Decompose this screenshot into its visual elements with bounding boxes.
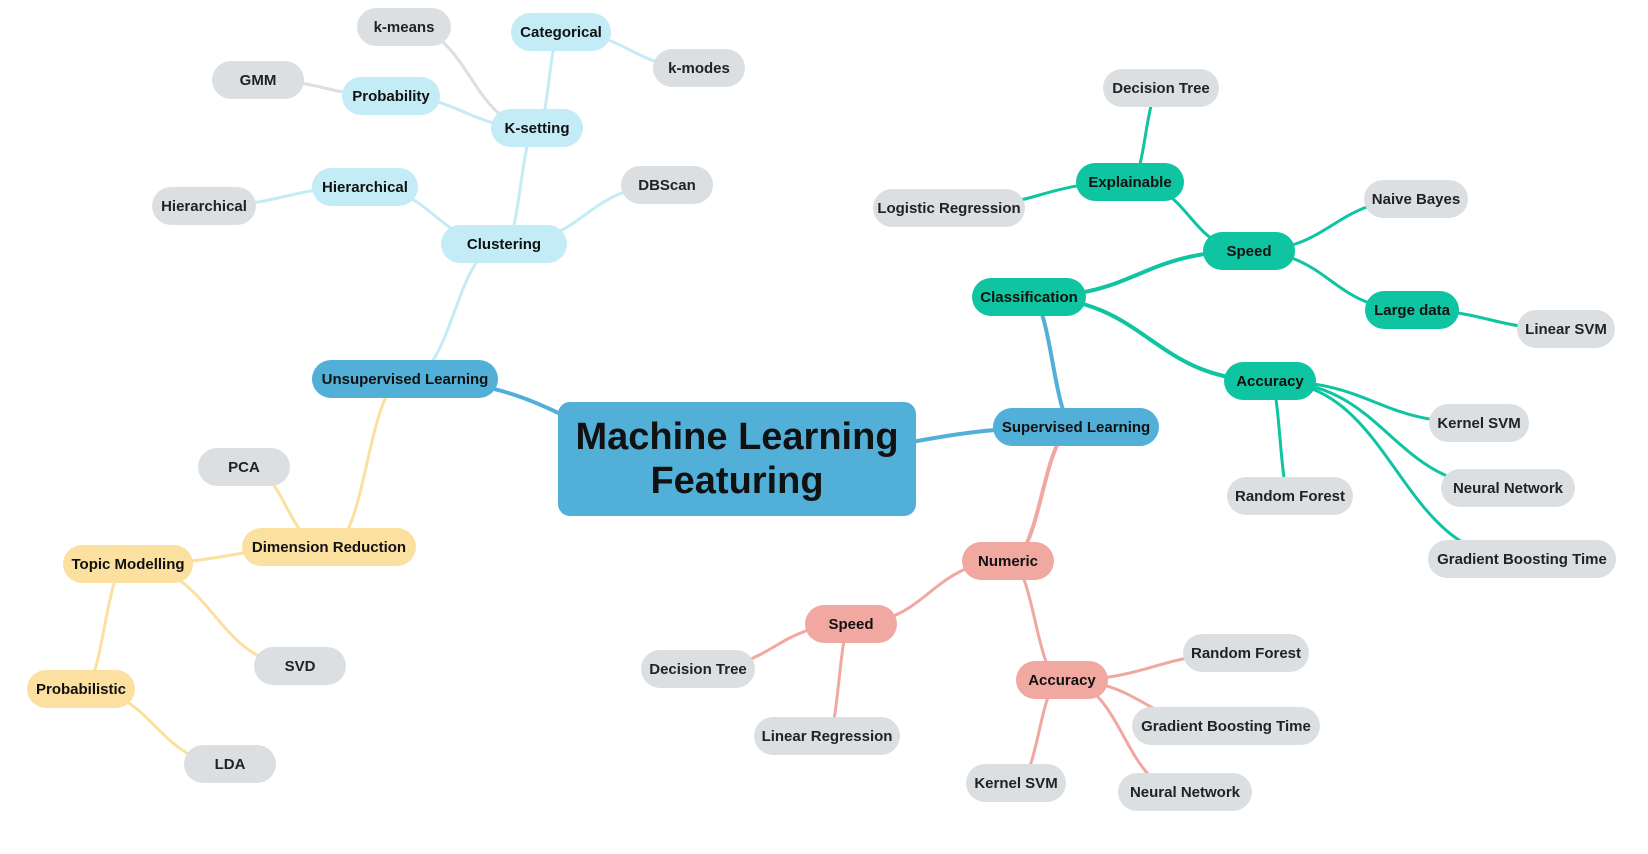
gradient-boosting-time-leaf[interactable]: Gradient Boosting Time <box>1428 540 1616 578</box>
numeric-node[interactable]: Numeric <box>962 542 1054 580</box>
hierarchical-leaf[interactable]: Hierarchical <box>152 187 256 225</box>
kernel-svm-leaf[interactable]: Kernel SVM <box>966 764 1066 802</box>
connector-line <box>1006 425 1078 563</box>
accuracy-node[interactable]: Accuracy <box>1016 661 1108 699</box>
neural-network-leaf[interactable]: Neural Network <box>1441 469 1575 507</box>
dbscan-leaf[interactable]: DBScan <box>621 166 713 204</box>
k-modes-leaf[interactable]: k-modes <box>653 49 745 87</box>
root-topic[interactable]: Machine Learning Featuring <box>558 402 916 516</box>
topic-modelling-node[interactable]: Topic Modelling <box>63 545 193 583</box>
random-forest-leaf[interactable]: Random Forest <box>1183 634 1309 672</box>
k-setting-node[interactable]: K-setting <box>491 109 583 147</box>
classification-node[interactable]: Classification <box>972 278 1086 316</box>
supervised-learning-node[interactable]: Supervised Learning <box>993 408 1159 446</box>
connector-line <box>327 377 407 549</box>
svd-leaf[interactable]: SVD <box>254 647 346 685</box>
naive-bayes-leaf[interactable]: Naive Bayes <box>1364 180 1468 218</box>
logistic-regression-leaf[interactable]: Logistic Regression <box>873 189 1025 227</box>
k-means-leaf[interactable]: k-means <box>357 8 451 46</box>
dimension-reduction-node[interactable]: Dimension Reduction <box>242 528 416 566</box>
gradient-boosting-time-leaf[interactable]: Gradient Boosting Time <box>1132 707 1320 745</box>
unsupervised-learning-node[interactable]: Unsupervised Learning <box>312 360 498 398</box>
decision-tree-leaf[interactable]: Decision Tree <box>1103 69 1219 107</box>
large-data-node[interactable]: Large data <box>1365 291 1459 329</box>
categorical-node[interactable]: Categorical <box>511 13 611 51</box>
linear-regression-leaf[interactable]: Linear Regression <box>754 717 900 755</box>
linear-svm-leaf[interactable]: Linear SVM <box>1517 310 1615 348</box>
connector-line <box>403 242 506 381</box>
probabilistic-node[interactable]: Probabilistic <box>27 670 135 708</box>
clustering-node[interactable]: Clustering <box>441 225 567 263</box>
speed-node[interactable]: Speed <box>1203 232 1295 270</box>
decision-tree-leaf[interactable]: Decision Tree <box>641 650 755 688</box>
hierarchical-node[interactable]: Hierarchical <box>312 168 418 206</box>
root-title-line1: Machine Learning <box>575 416 899 458</box>
neural-network-leaf[interactable]: Neural Network <box>1118 773 1252 811</box>
gmm-leaf[interactable]: GMM <box>212 61 304 99</box>
accuracy-node[interactable]: Accuracy <box>1224 362 1316 400</box>
speed-node[interactable]: Speed <box>805 605 897 643</box>
explainable-node[interactable]: Explainable <box>1076 163 1184 201</box>
lda-leaf[interactable]: LDA <box>184 745 276 783</box>
kernel-svm-leaf[interactable]: Kernel SVM <box>1429 404 1529 442</box>
probability-node[interactable]: Probability <box>342 77 440 115</box>
root-title-line2: Featuring <box>650 460 824 502</box>
pca-leaf[interactable]: PCA <box>198 448 290 486</box>
random-forest-leaf[interactable]: Random Forest <box>1227 477 1353 515</box>
